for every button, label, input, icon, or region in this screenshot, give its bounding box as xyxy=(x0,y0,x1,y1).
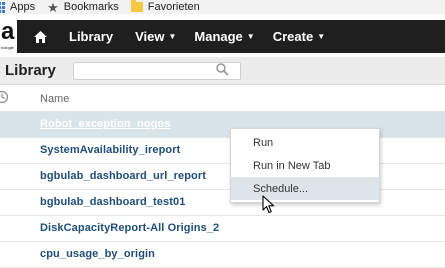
clock-icon[interactable] xyxy=(0,90,9,109)
caret-down-icon: ▼ xyxy=(168,32,177,41)
report-link[interactable]: cpu_usage_by_origin xyxy=(40,248,155,260)
nav-view-menu[interactable]: View ▼ xyxy=(135,20,176,53)
nav-view-label: View xyxy=(135,29,165,44)
nav-library-label: Library xyxy=(69,29,114,44)
nav-create-menu[interactable]: Create ▼ xyxy=(273,20,325,53)
table-header: Name xyxy=(0,86,445,112)
menu-item-run[interactable]: Run xyxy=(231,131,379,154)
bookmark-bookmarks-label: Bookmarks xyxy=(63,1,119,13)
folder-icon xyxy=(130,0,143,12)
top-navbar: a nologie Library View ▼ Manage ▼ Create… xyxy=(0,20,445,53)
report-link[interactable]: Robot_exception_nogos xyxy=(40,118,170,130)
nav-library[interactable]: Library xyxy=(69,20,113,53)
menu-item-schedule[interactable]: Schedule... xyxy=(231,177,379,200)
report-link[interactable]: bgbulab_dashboard_url_report xyxy=(40,170,206,182)
page-title: Library xyxy=(5,62,56,79)
nav-manage-menu[interactable]: Manage ▼ xyxy=(194,20,254,53)
report-link[interactable]: DiskCapacityReport-All Origins_2 xyxy=(40,222,219,234)
mouse-cursor-icon xyxy=(262,195,276,220)
context-menu: Run Run in New Tab Schedule... xyxy=(230,128,380,203)
bookmark-bookmarks[interactable]: ★ Bookmarks xyxy=(47,0,119,14)
table-row[interactable]: DiskCapacityReport-All Origins_2 xyxy=(0,216,445,242)
column-header-name[interactable]: Name xyxy=(40,93,69,105)
star-icon: ★ xyxy=(47,0,59,15)
caret-down-icon: ▼ xyxy=(246,32,255,41)
home-icon[interactable] xyxy=(25,20,55,53)
menu-item-run-new-tab[interactable]: Run in New Tab xyxy=(231,154,379,177)
library-header: Library xyxy=(0,57,445,85)
bookmarks-bar: Apps ★ Bookmarks Favorieten xyxy=(0,0,445,14)
report-link[interactable]: SystemAvailability_ireport xyxy=(40,144,180,156)
caret-down-icon: ▼ xyxy=(317,32,326,41)
apps-icon xyxy=(0,1,5,13)
bookmark-favorieten-label: Favorieten xyxy=(147,1,200,13)
bookmark-favorieten[interactable]: Favorieten xyxy=(130,0,200,14)
nav-manage-label: Manage xyxy=(194,29,243,44)
search-icon[interactable] xyxy=(216,63,229,81)
report-link[interactable]: bgbulab_dashboard_test01 xyxy=(40,196,185,208)
logo-tagline: nologie xyxy=(1,45,14,50)
app-window: Apps ★ Bookmarks Favorieten a nologie Li… xyxy=(0,0,445,268)
nav-create-label: Create xyxy=(272,29,314,44)
table-row[interactable]: cpu_usage_by_origin xyxy=(0,242,445,268)
logo-letter: a xyxy=(1,20,15,45)
brand-logo[interactable]: a nologie xyxy=(0,20,17,53)
bookmark-apps-label: Apps xyxy=(10,1,36,13)
bookmark-apps[interactable]: Apps xyxy=(0,0,35,14)
